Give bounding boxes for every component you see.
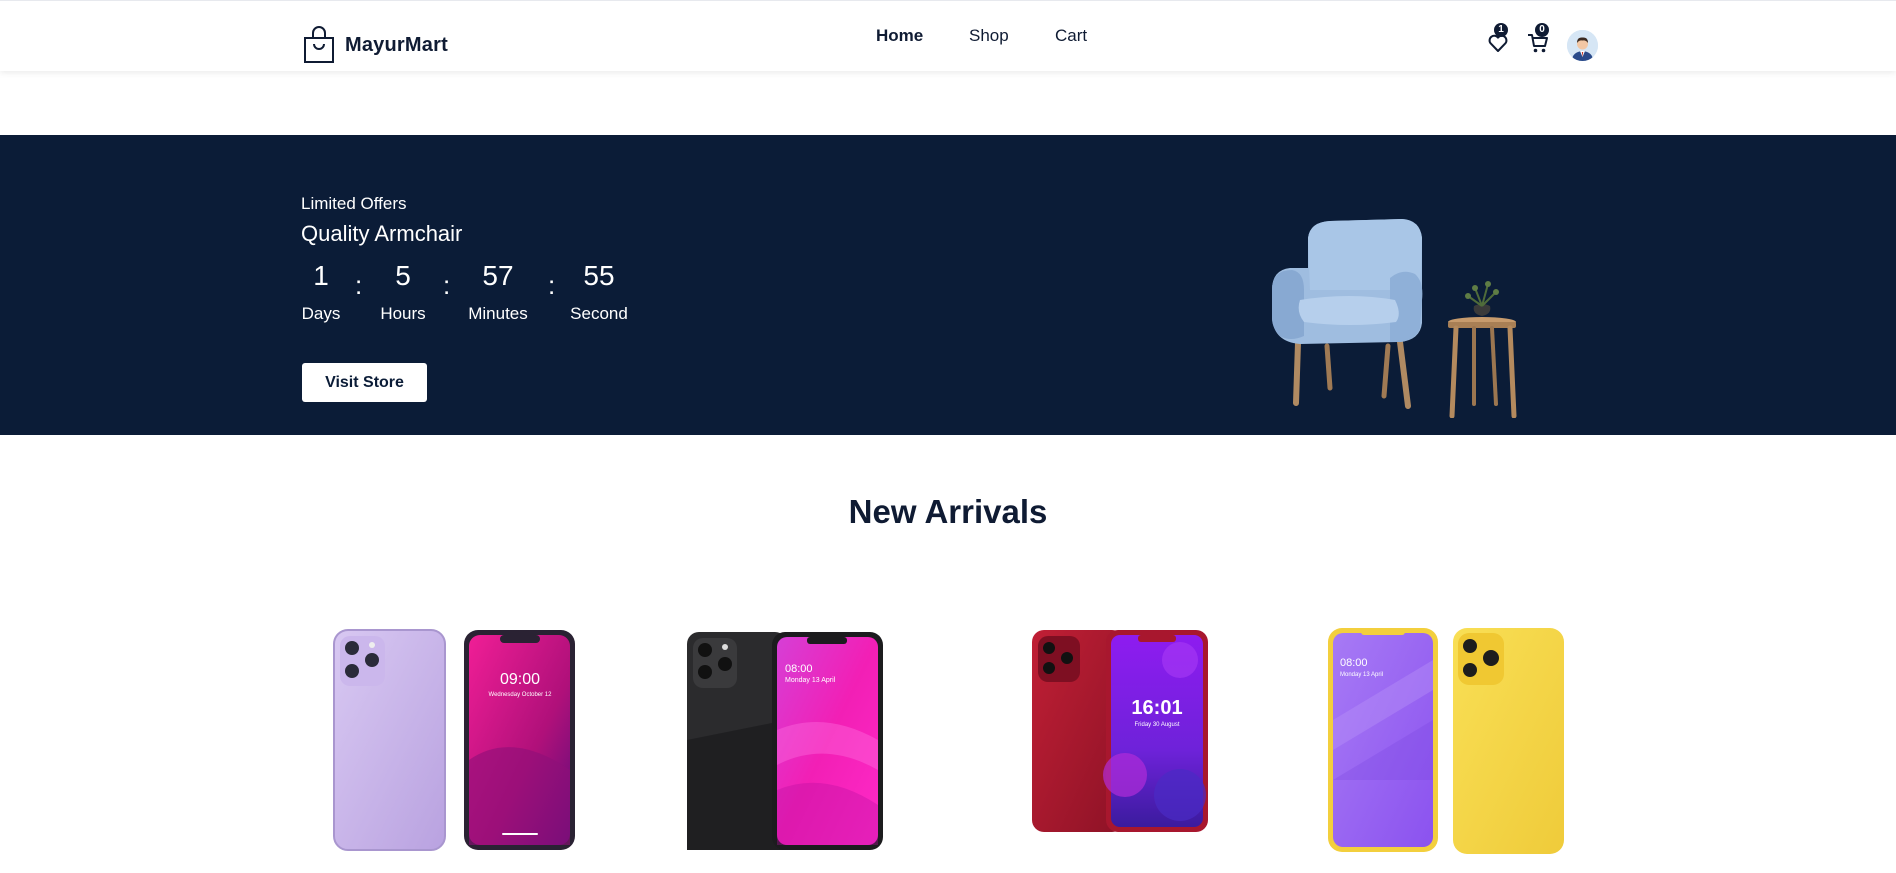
promo-banner: Limited Offers Quality Armchair 1 Days :… [0,135,1896,435]
countdown-value: 5 [395,260,411,291]
countdown-separator: : [443,270,451,300]
countdown-value: 1 [313,260,329,291]
visit-store-button[interactable]: Visit Store [302,363,427,402]
countdown-seconds: 55 Second [567,258,631,324]
countdown-hours: 5 Hours [378,258,428,324]
countdown-days: 1 Days [301,258,341,324]
product-card[interactable]: 08:00 Monday 13 April [685,620,885,873]
wishlist-button[interactable]: 1 [1487,23,1509,54]
countdown-label: Days [301,304,341,323]
main-nav: Home Shop Cart [0,26,1896,48]
product-card[interactable]: 16:01 Friday 30 August [1030,620,1210,873]
nav-home[interactable]: Home [876,26,923,46]
countdown-value: 55 [583,260,615,291]
countdown-separator: : [548,270,556,300]
phone-screen-date: Friday 30 August [1134,722,1179,728]
countdown-label: Minutes [468,304,528,323]
phone-image: 16:01 Friday 30 August [1032,630,1208,832]
armchair-image [1272,219,1517,418]
phone-screen-time: 08:00 [785,663,813,675]
phone-screen-time: 16:01 [1131,697,1182,719]
user-avatar[interactable] [1567,30,1598,61]
nav-shop[interactable]: Shop [969,26,1009,46]
offer-title: Quality Armchair [301,221,463,246]
countdown-value: 57 [482,260,514,291]
phone-screen-date: Wednesday October 12 [489,692,553,698]
countdown-label: Hours [380,304,426,323]
countdown-minutes: 57 Minutes [464,258,532,324]
phone-screen-date: Monday 13 April [1340,672,1383,678]
product-card[interactable]: 08:00 Monday 13 April [1326,620,1566,873]
nav-cart[interactable]: Cart [1055,26,1087,46]
phone-screen-time: 09:00 [500,671,540,688]
countdown-label: Second [570,304,628,323]
product-card[interactable]: 09:00 Wednesday October 12 [332,620,577,873]
new-arrivals-title: New Arrivals [848,493,1048,530]
user-avatar-icon [1567,30,1598,61]
phone-image: 08:00 Monday 13 April [687,632,883,850]
wishlist-count-badge: 1 [1494,23,1508,37]
phone-image: 08:00 Monday 13 April [1328,628,1564,854]
top-header: MayurMart Home Shop Cart 1 0 [0,0,1896,71]
phone-image: 09:00 Wednesday October 12 [333,629,575,851]
offer-subtitle: Limited Offers [301,194,407,213]
phone-screen-date: Monday 13 April [785,677,836,684]
phone-screen-time: 08:00 [1340,657,1368,669]
cart-button[interactable]: 0 [1527,23,1549,54]
countdown-separator: : [355,270,363,300]
cart-count-badge: 0 [1535,23,1549,37]
